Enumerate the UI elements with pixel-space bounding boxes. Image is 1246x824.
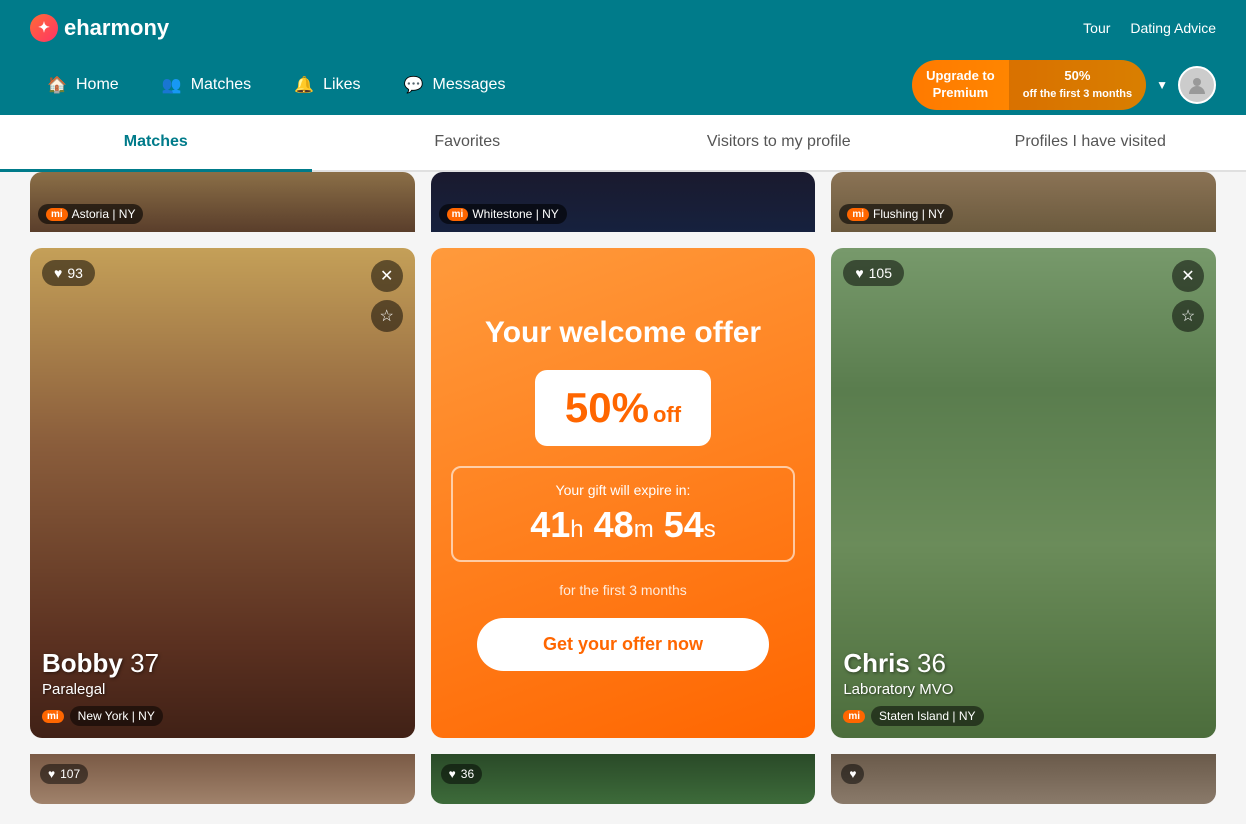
offer-expire-box: Your gift will expire in: 41h 48m 54s [451,466,796,562]
timer-h-unit: h [570,516,583,543]
mi-badge-3: mi [847,208,869,221]
discount-percent: 50% [565,384,649,432]
tour-link[interactable]: Tour [1083,20,1110,36]
header-top: ✦ eharmony Tour Dating Advice [0,0,1246,55]
location-badge-whitestone: mi Whitestone | NY [439,204,567,224]
bottom-heart-3: ♥ [841,764,864,784]
astoria-location: Astoria | NY [72,207,136,221]
expire-label: Your gift will expire in: [477,482,770,498]
nav-likes-label: Likes [323,76,360,94]
main-content: mi Astoria | NY mi Whitestone | NY mi Fl… [0,172,1246,824]
bottom-heart-1: ♥ 107 [40,764,88,784]
timer-hours: 41 [530,504,570,545]
upgrade-left-text: Upgrade toPremium [912,60,1009,110]
chris-card-top: ♥ 105 ✕ ☆ [843,260,1204,332]
chris-card-bottom: Chris 36 Laboratory MVO mi Staten Island… [843,648,1204,726]
bobby-card-bottom: Bobby 37 Paralegal mi New York | NY [42,648,403,726]
upgrade-right-text: 50%off the first 3 months [1009,60,1146,110]
bobby-location: mi New York | NY [42,706,403,726]
mi-badge-chris: mi [843,710,865,723]
heart-icon: ♥ [54,265,62,281]
tab-profiles-visited[interactable]: Profiles I have visited [935,115,1246,172]
mi-badge-bobby: mi [42,710,64,723]
location-badge-flushing: mi Flushing | NY [839,204,952,224]
dropdown-arrow-icon[interactable]: ▼ [1156,78,1168,92]
bobby-card-top: ♥ 93 ✕ ☆ [42,260,403,332]
nav-messages-label: Messages [433,76,506,94]
chris-location-text: Staten Island | NY [871,706,984,726]
offer-discount-box: 50% off [535,370,711,446]
bobby-star-button[interactable]: ☆ [371,300,403,332]
nav-messages[interactable]: 💬 Messages [387,66,522,104]
chris-name: Chris 36 [843,648,1204,679]
logo[interactable]: ✦ eharmony [30,14,169,42]
bobby-heart-badge: ♥ 93 [42,260,95,286]
mi-badge-2: mi [447,208,469,221]
site-name: eharmony [64,15,169,41]
bobby-job: Paralegal [42,681,403,698]
matches-icon: 👥 [161,74,183,96]
profile-card-chris[interactable]: ♥ 105 ✕ ☆ Chris 36 Laboratory MVO mi [831,248,1216,738]
header-links: Tour Dating Advice [1083,20,1216,36]
tab-matches[interactable]: Matches [0,115,312,172]
nav-home-label: Home [76,76,119,94]
tabs-bar: Matches Favorites Visitors to my profile… [0,115,1246,172]
bobby-location-text: New York | NY [70,706,163,726]
partial-card-astoria[interactable]: mi Astoria | NY [30,172,415,232]
chris-heart-badge: ♥ 105 [843,260,904,286]
likes-icon: 🔔 [293,74,315,96]
partial-card-flushing[interactable]: mi Flushing | NY [831,172,1216,232]
whitestone-location: Whitestone | NY [472,207,558,221]
discount-off: off [653,402,681,428]
tab-visitors[interactable]: Visitors to my profile [623,115,935,172]
upgrade-button[interactable]: Upgrade toPremium 50%off the first 3 mon… [912,60,1146,110]
nav-bar: 🏠 Home 👥 Matches 🔔 Likes 💬 Messages Upgr… [0,55,1246,115]
partial-card-whitestone[interactable]: mi Whitestone | NY [431,172,816,232]
timer-m-unit: m [634,516,654,543]
messages-icon: 💬 [403,74,425,96]
main-cards-grid: ♥ 93 ✕ ☆ Bobby 37 Paralegal mi New [30,248,1216,738]
nav-matches[interactable]: 👥 Matches [145,66,267,104]
chris-star-button[interactable]: ☆ [1172,300,1204,332]
location-badge-astoria: mi Astoria | NY [38,204,143,224]
nav-matches-label: Matches [191,76,251,94]
bottom-heart-2: ♥ 36 [441,764,482,784]
chris-job: Laboratory MVO [843,681,1204,698]
offer-months: for the first 3 months [559,582,687,598]
bobby-heart-count: 93 [67,265,83,281]
nav-home[interactable]: 🏠 Home [30,66,135,104]
nav-right: Upgrade toPremium 50%off the first 3 mon… [912,60,1216,110]
timer-s-unit: s [704,516,716,543]
bobby-card-actions: ✕ ☆ [371,260,403,332]
chris-card-actions: ✕ ☆ [1172,260,1204,332]
nav-likes[interactable]: 🔔 Likes [277,66,376,104]
bottom-partial-cards: ♥ 107 ♥ 36 ♥ [30,754,1216,804]
top-partial-cards: mi Astoria | NY mi Whitestone | NY mi Fl… [30,172,1216,232]
avatar[interactable] [1178,66,1216,104]
chris-location: mi Staten Island | NY [843,706,1204,726]
chris-heart-count: 105 [869,265,892,281]
profile-card-bobby[interactable]: ♥ 93 ✕ ☆ Bobby 37 Paralegal mi New [30,248,415,738]
heart-icon-chris: ♥ [855,265,863,281]
bottom-card-3[interactable]: ♥ [831,754,1216,804]
logo-icon: ✦ [30,14,58,42]
timer-seconds: 54 [664,504,704,545]
bottom-card-1[interactable]: ♥ 107 [30,754,415,804]
bobby-close-button[interactable]: ✕ [371,260,403,292]
mi-badge: mi [46,208,68,221]
get-offer-button[interactable]: Get your offer now [477,618,770,671]
chris-close-button[interactable]: ✕ [1172,260,1204,292]
dating-advice-link[interactable]: Dating Advice [1130,20,1216,36]
chris-card-content: ♥ 105 ✕ ☆ Chris 36 Laboratory MVO mi [831,248,1216,738]
bobby-card-content: ♥ 93 ✕ ☆ Bobby 37 Paralegal mi New [30,248,415,738]
offer-title: Your welcome offer [485,316,761,350]
bottom-card-2[interactable]: ♥ 36 [431,754,816,804]
flushing-location: Flushing | NY [873,207,945,221]
offer-timer: 41h 48m 54s [477,504,770,546]
timer-minutes: 48 [594,504,634,545]
home-icon: 🏠 [46,74,68,96]
bobby-name: Bobby 37 [42,648,403,679]
offer-card: Your welcome offer 50% off Your gift wil… [431,248,816,738]
tab-favorites[interactable]: Favorites [312,115,624,172]
